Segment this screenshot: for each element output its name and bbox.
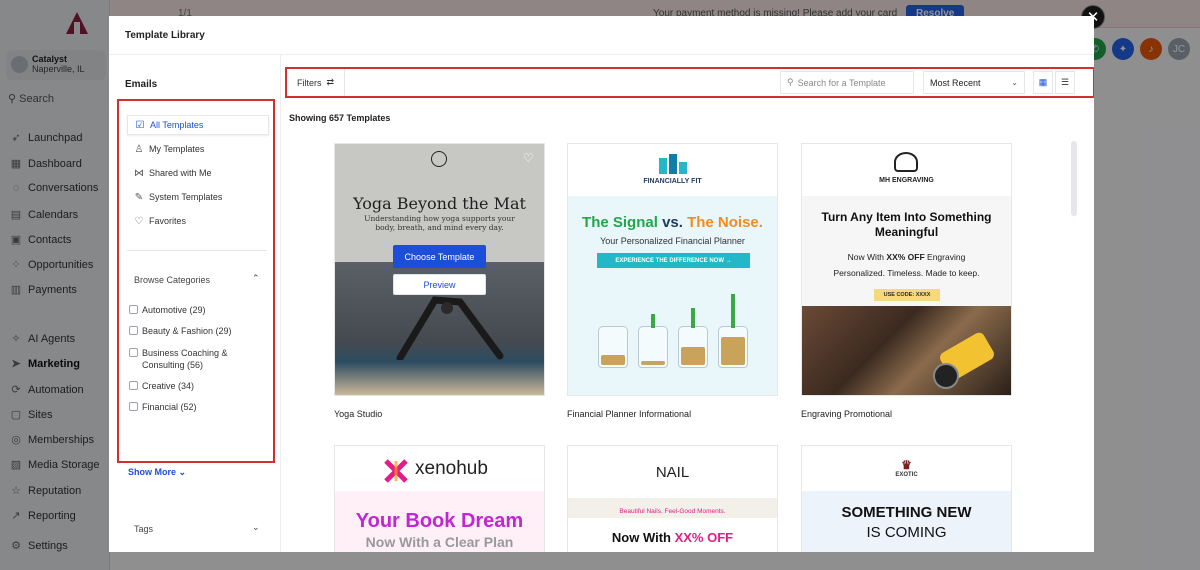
sprout-icon	[691, 308, 695, 328]
highlight-box-filters	[117, 99, 275, 463]
engraving-logo	[894, 152, 918, 172]
modal-title: Template Library	[125, 30, 205, 41]
engraving-photo	[802, 306, 1011, 395]
template-card-financial[interactable]: FINANCIALLY FIT The Signal vs. The Noise…	[567, 143, 778, 396]
show-more-label: Show More	[128, 467, 177, 477]
template-subheadline: Your Personalized Financial Planner	[600, 236, 745, 246]
lotus-icon	[431, 151, 447, 167]
section-title: Emails	[125, 79, 158, 90]
headline-noise: The Noise.	[687, 214, 763, 231]
template-headline: The Signal vs. The Noise.	[568, 214, 777, 231]
template-subheadline: IS COMING	[866, 524, 947, 541]
chevron-down-icon[interactable]: ⌄	[252, 522, 260, 533]
template-card-engraving[interactable]: MH ENGRAVING Turn Any Item Into Somethin…	[801, 143, 1012, 396]
financially-fit-logo	[659, 154, 687, 174]
promo-code-badge: USE CODE: XXXX	[874, 289, 940, 301]
template-headline: Now With XX% OFF	[568, 530, 777, 545]
offer-percent: XX% OFF	[886, 252, 925, 262]
card-body	[802, 491, 1011, 552]
left-filter-panel: Emails ☑ All Templates ♙ My Templates ⋈ Share…	[109, 55, 281, 552]
favorite-heart-icon[interactable]: ♡	[523, 151, 534, 165]
template-card-exotic[interactable]: ♛ EXOTIC SOMETHING NEW IS COMING	[801, 445, 1012, 552]
template-count: Showing 657 Templates	[289, 113, 391, 123]
engraving-tool-icon	[933, 332, 994, 389]
exotic-logo: ♛ EXOTIC	[802, 458, 1011, 478]
show-more-link[interactable]: Show More ⌄	[128, 467, 186, 478]
headline-accent: XX% OFF	[674, 530, 734, 545]
template-headline: SOMETHING NEW	[841, 504, 972, 521]
nail-logo: NAIL	[655, 464, 690, 481]
headline-signal: The Signal	[582, 214, 658, 231]
tags-title[interactable]: Tags	[134, 524, 153, 534]
headline-prefix: Now With	[611, 530, 675, 545]
template-cta: EXPERIENCE THE DIFFERENCE NOW →	[597, 253, 750, 268]
jar-icon	[718, 326, 748, 368]
sprout-icon	[651, 314, 655, 328]
template-brand: MH ENGRAVING	[879, 177, 934, 184]
choose-template-button[interactable]: Choose Template	[393, 245, 486, 268]
highlight-box-toolbar	[285, 67, 1094, 98]
template-card-nail[interactable]: NAIL Beautiful Nails. Feel-Good Moments.…	[567, 445, 778, 552]
template-brand: EXOTIC	[895, 472, 918, 478]
template-library-modal: Template Library Emails ☑ All Templates ♙ M…	[109, 16, 1094, 552]
xenohub-logo	[384, 459, 408, 483]
headline-vs: vs.	[662, 214, 683, 231]
template-card-yoga[interactable]: Yoga Beyond the Mat Understanding how yo…	[334, 143, 545, 396]
jar-icon	[638, 326, 668, 368]
template-tagline: Personalized. Timeless. Made to keep.	[833, 268, 980, 278]
exotic-mark-icon: ♛	[901, 458, 912, 472]
template-tagline: Beautiful Nails. Feel-Good Moments.	[619, 508, 726, 515]
card-header: FINANCIALLY FIT	[568, 144, 777, 196]
template-brand: xenohub	[415, 458, 488, 479]
offer-prefix: Now With	[847, 252, 887, 262]
sprout-icon	[731, 294, 735, 328]
offer-suffix: Engraving	[924, 252, 966, 262]
preview-button[interactable]: Preview	[393, 274, 486, 295]
yoga-pose-figure	[396, 296, 504, 360]
template-subheadline: Now With a Clear Plan	[365, 534, 514, 550]
template-card-xenohub[interactable]: xenohub Your Book Dream Now With a Clear…	[334, 445, 545, 552]
jar-icon	[678, 326, 708, 368]
chevron-down-icon: ⌄	[178, 467, 187, 477]
template-headline: Turn Any Item Into Something Meaningful	[821, 210, 992, 239]
template-name: Yoga Studio	[334, 409, 383, 419]
template-offer-line: Now With XX% OFF Engraving	[802, 252, 1011, 262]
template-brand: FINANCIALLY FIT	[643, 178, 702, 185]
template-name: Financial Planner Informational	[567, 409, 692, 419]
scrollbar[interactable]	[1071, 141, 1077, 216]
template-headline: Yoga Beyond the Mat	[353, 194, 526, 213]
template-headline: Your Book Dream	[355, 510, 524, 532]
template-subheadline: Understanding how yoga supports your bod…	[364, 214, 515, 232]
jar-icon	[598, 326, 628, 368]
template-name: Engraving Promotional	[801, 409, 893, 419]
